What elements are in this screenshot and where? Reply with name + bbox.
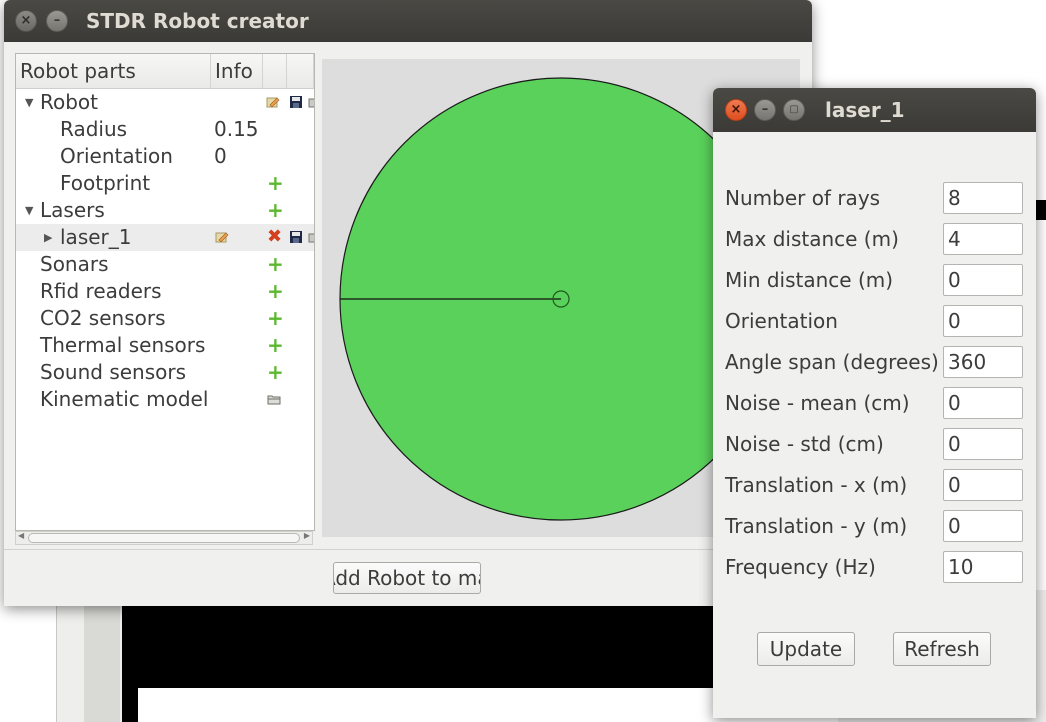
tree-item-rfid-readers[interactable]: Rfid readers + bbox=[16, 278, 314, 305]
minimize-dialog-button[interactable]: – bbox=[754, 99, 776, 121]
refresh-button[interactable]: Refresh bbox=[893, 632, 991, 666]
tree-item-label: Orientation bbox=[60, 144, 173, 168]
collapse-arrow-icon[interactable]: ▶ bbox=[44, 224, 52, 251]
field-input[interactable] bbox=[943, 223, 1023, 255]
tree-horizontal-scrollbar[interactable]: ◀ ▶ bbox=[15, 531, 313, 545]
field-label: Frequency (Hz) bbox=[725, 555, 876, 579]
add-icon[interactable]: + bbox=[267, 308, 284, 328]
background-edge bbox=[1036, 200, 1046, 220]
tree-item-label: Sound sensors bbox=[40, 360, 187, 384]
tree-item-label: Robot bbox=[40, 90, 99, 114]
edit-icon[interactable] bbox=[266, 95, 280, 109]
tree-item-footprint[interactable]: Footprint + bbox=[16, 170, 314, 197]
add-icon[interactable]: + bbox=[267, 335, 284, 355]
robot-parts-tree[interactable]: Robot parts Info ▼ Robot Radius 0.15 Ori… bbox=[15, 53, 315, 531]
tree-item-info: 0.15 bbox=[214, 117, 259, 141]
minimize-window-button[interactable]: – bbox=[46, 10, 68, 32]
maximize-dialog-button[interactable]: ▢ bbox=[783, 99, 805, 121]
field-input[interactable] bbox=[943, 510, 1023, 542]
tree-item-orientation[interactable]: Orientation 0 bbox=[16, 143, 314, 170]
expand-arrow-icon[interactable]: ▼ bbox=[25, 197, 33, 224]
scroll-right-icon[interactable]: ▶ bbox=[304, 531, 310, 540]
tree-item-label: Rfid readers bbox=[40, 279, 162, 303]
tree-item-sonars[interactable]: Sonars + bbox=[16, 251, 314, 278]
tree-item-co2-sensors[interactable]: CO2 sensors + bbox=[16, 305, 314, 332]
load-icon[interactable] bbox=[308, 230, 315, 244]
column-header-info[interactable]: Info bbox=[211, 54, 263, 88]
tree-item-robot[interactable]: ▼ Robot bbox=[16, 89, 314, 116]
tree-item-radius[interactable]: Radius 0.15 bbox=[16, 116, 314, 143]
field-label: Noise - std (cm) bbox=[725, 432, 884, 456]
field-label: Min distance (m) bbox=[725, 268, 894, 292]
tree-item-lasers[interactable]: ▼ Lasers + bbox=[16, 197, 314, 224]
add-icon[interactable]: + bbox=[267, 200, 284, 220]
field-label: Translation - x (m) bbox=[725, 473, 908, 497]
load-icon[interactable] bbox=[308, 95, 315, 109]
laser-dialog-titlebar: × – ▢ laser_1 bbox=[713, 88, 1036, 132]
save-icon[interactable] bbox=[289, 230, 303, 244]
field-label: Translation - y (m) bbox=[725, 514, 908, 538]
column-header-extra-1[interactable] bbox=[263, 54, 287, 88]
scroll-left-icon[interactable]: ◀ bbox=[18, 531, 24, 540]
field-label: Number of rays bbox=[725, 186, 881, 210]
edit-icon[interactable] bbox=[215, 230, 229, 244]
tree-item-label: Radius bbox=[60, 117, 128, 141]
field-input[interactable] bbox=[943, 387, 1023, 419]
save-icon[interactable] bbox=[289, 95, 303, 109]
tree-item-label: Sonars bbox=[40, 252, 109, 276]
tree-item-thermal-sensors[interactable]: Thermal sensors + bbox=[16, 332, 314, 359]
bottom-divider bbox=[4, 549, 812, 550]
window-title: STDR Robot creator bbox=[86, 9, 309, 33]
add-icon[interactable]: + bbox=[267, 254, 284, 274]
field-label: Angle span (degrees) bbox=[725, 350, 939, 374]
add-icon[interactable]: + bbox=[267, 173, 284, 193]
folder-icon[interactable] bbox=[267, 392, 281, 406]
update-button[interactable]: Update bbox=[757, 632, 855, 666]
tree-item-sound-sensors[interactable]: Sound sensors + bbox=[16, 359, 314, 386]
field-label: Noise - mean (cm) bbox=[725, 391, 910, 415]
scrollbar-thumb[interactable] bbox=[28, 533, 300, 543]
tree-item-kinematic-model[interactable]: Kinematic model bbox=[16, 386, 314, 413]
robot-creator-titlebar: × – STDR Robot creator bbox=[4, 0, 812, 42]
tree-item-laser-1[interactable]: ▶ laser_1 ✖ bbox=[16, 224, 314, 251]
add-icon[interactable]: + bbox=[267, 281, 284, 301]
delete-icon[interactable]: ✖ bbox=[267, 228, 282, 246]
close-window-button[interactable]: × bbox=[15, 10, 37, 32]
column-header-robot-parts[interactable]: Robot parts bbox=[16, 54, 211, 88]
field-input[interactable] bbox=[943, 346, 1023, 378]
tree-header: Robot parts Info bbox=[16, 54, 314, 89]
field-label: Max distance (m) bbox=[725, 227, 899, 251]
field-input[interactable] bbox=[943, 428, 1023, 460]
add-icon[interactable]: + bbox=[267, 362, 284, 382]
field-input[interactable] bbox=[943, 264, 1023, 296]
dialog-title: laser_1 bbox=[825, 98, 905, 122]
field-label: Orientation bbox=[725, 309, 838, 333]
tree-item-label: Thermal sensors bbox=[40, 333, 206, 357]
column-header-extra-2[interactable] bbox=[287, 54, 314, 88]
field-input[interactable] bbox=[943, 305, 1023, 337]
field-input[interactable] bbox=[943, 551, 1023, 583]
tree-item-label: Footprint bbox=[60, 171, 151, 195]
tree-item-label: Lasers bbox=[40, 198, 105, 222]
expand-arrow-icon[interactable]: ▼ bbox=[25, 89, 33, 116]
add-robot-to-map-button[interactable]: Add Robot to map bbox=[333, 562, 481, 594]
add-robot-button-label: Add Robot to map bbox=[334, 566, 480, 590]
robot-creator-window: × – STDR Robot creator Robot parts Info … bbox=[4, 0, 812, 606]
laser-properties-dialog: × – ▢ laser_1 Number of rays Max distance… bbox=[713, 88, 1036, 718]
background-panel bbox=[84, 604, 120, 722]
tree-item-label: Kinematic model bbox=[40, 387, 209, 411]
field-input[interactable] bbox=[943, 182, 1023, 214]
tree-item-label: CO2 sensors bbox=[40, 306, 166, 330]
tree-item-info: 0 bbox=[214, 144, 227, 168]
field-input[interactable] bbox=[943, 469, 1023, 501]
tree-item-label: laser_1 bbox=[60, 225, 132, 249]
close-dialog-button[interactable]: × bbox=[725, 99, 747, 121]
